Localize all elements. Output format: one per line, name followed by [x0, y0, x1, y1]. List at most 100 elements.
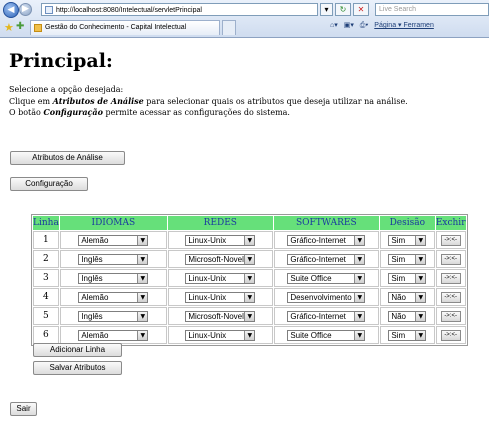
- chevron-down-icon[interactable]: ▼: [137, 292, 148, 302]
- decisao-select-value: Sim: [391, 254, 406, 264]
- home-icon[interactable]: ⌂▾: [330, 22, 338, 29]
- page-content: Principal: Selecione a opção desejada: C…: [0, 38, 489, 424]
- dropdown-icon[interactable]: ▾: [320, 3, 333, 16]
- forward-icon[interactable]: ▶: [19, 3, 32, 16]
- chevron-down-icon[interactable]: ▼: [244, 235, 255, 245]
- chevron-down-icon[interactable]: ▼: [137, 235, 148, 245]
- chevron-down-icon[interactable]: ▼: [354, 330, 365, 340]
- rede-select-value: Microsoft-Novel: [188, 311, 244, 321]
- header-decisao: Desisão: [379, 216, 435, 230]
- rede-cell: Microsoft-Novel ▼: [167, 250, 273, 268]
- favorites-star-icon[interactable]: ★: [4, 21, 14, 34]
- software-select[interactable]: Gráfico-Internet ▼: [287, 234, 366, 246]
- rede-cell: Microsoft-Novel ▼: [167, 307, 273, 325]
- chevron-down-icon[interactable]: ▼: [244, 311, 255, 321]
- software-select[interactable]: Gráfico-Internet ▼: [287, 310, 366, 322]
- decisao-cell: Não ▼: [379, 288, 435, 306]
- excluir-button[interactable]: ->:<-: [440, 272, 461, 284]
- rede-select[interactable]: Linux-Unix ▼: [185, 291, 256, 303]
- back-icon[interactable]: ◀: [3, 2, 19, 18]
- software-select[interactable]: Suite Office ▼: [287, 329, 366, 341]
- adicionar-linha-button[interactable]: Adicionar Linha: [33, 343, 122, 357]
- chevron-down-icon[interactable]: ▼: [415, 330, 426, 340]
- software-select-value: Gráfico-Internet: [290, 254, 346, 264]
- decisao-cell: Sim ▼: [379, 269, 435, 287]
- chevron-down-icon[interactable]: ▼: [137, 311, 148, 321]
- address-bar[interactable]: http://localhost:8080/Intelectual/servle…: [41, 3, 318, 16]
- idioma-select-value: Alemão: [81, 330, 109, 340]
- salvar-atributos-button[interactable]: Salvar Atributos: [33, 361, 122, 375]
- decisao-select[interactable]: Não ▼: [388, 291, 427, 303]
- software-select[interactable]: Desenvolvimento ▼: [287, 291, 366, 303]
- chevron-down-icon[interactable]: ▼: [137, 254, 148, 264]
- search-input[interactable]: Live Search: [375, 3, 489, 16]
- stop-icon[interactable]: ✕: [353, 3, 369, 16]
- tab-gestao[interactable]: Gestão do Conhecimento - Capital Intelec…: [30, 20, 220, 35]
- chevron-down-icon[interactable]: ▼: [244, 292, 255, 302]
- decisao-select[interactable]: Sim ▼: [388, 234, 427, 246]
- rede-select[interactable]: Linux-Unix ▼: [185, 272, 256, 284]
- refresh-icon[interactable]: ↻: [335, 3, 351, 16]
- idioma-select[interactable]: Inglês ▼: [78, 253, 149, 265]
- idioma-select-value: Inglês: [81, 273, 103, 283]
- rede-select[interactable]: Microsoft-Novel ▼: [185, 310, 256, 322]
- instruction-text: permite acessar as configurações do sist…: [102, 108, 290, 117]
- chevron-down-icon[interactable]: ▼: [244, 273, 255, 283]
- page-menu[interactable]: Página ▾ Ferramen: [374, 22, 434, 29]
- decisao-select-value: Sim: [391, 330, 406, 340]
- header-softwares: SOFTWARES: [273, 216, 379, 230]
- chevron-down-icon[interactable]: ▼: [137, 330, 148, 340]
- add-favorites-icon[interactable]: ✚: [16, 21, 24, 32]
- idioma-select[interactable]: Alemão ▼: [78, 291, 149, 303]
- rede-select[interactable]: Linux-Unix ▼: [185, 329, 256, 341]
- decisao-cell: Não ▼: [379, 307, 435, 325]
- chevron-down-icon[interactable]: ▼: [354, 311, 365, 321]
- chevron-down-icon[interactable]: ▼: [354, 273, 365, 283]
- software-select-value: Suite Office: [290, 273, 332, 283]
- decisao-select[interactable]: Sim ▼: [388, 329, 427, 341]
- chevron-down-icon[interactable]: ▼: [354, 254, 365, 264]
- instruction-text: Clique em: [9, 97, 53, 106]
- chevron-down-icon[interactable]: ▼: [415, 292, 426, 302]
- table-row: 4 Alemão ▼ Linux-Unix ▼ Desenvolvimento ▼ Não ▼ -…: [33, 288, 466, 306]
- new-tab-button[interactable]: [222, 20, 236, 35]
- chevron-down-icon[interactable]: ▼: [244, 330, 255, 340]
- software-select[interactable]: Gráfico-Internet ▼: [287, 253, 366, 265]
- decisao-select[interactable]: Sim ▼: [388, 253, 427, 265]
- tab-bar: ★ ✚ Gestão do Conhecimento - Capital Int…: [0, 19, 489, 37]
- row-number: 3: [33, 269, 59, 287]
- decisao-select-value: Sim: [391, 273, 406, 283]
- rede-select-value: Linux-Unix: [188, 235, 227, 245]
- chevron-down-icon[interactable]: ▼: [244, 254, 255, 264]
- software-cell: Desenvolvimento ▼: [273, 288, 379, 306]
- feeds-icon[interactable]: ▣▾: [344, 22, 354, 29]
- configuracao-button[interactable]: Configuração: [10, 177, 88, 191]
- excluir-button[interactable]: ->:<-: [440, 234, 461, 246]
- decisao-select[interactable]: Não ▼: [388, 310, 427, 322]
- chevron-down-icon[interactable]: ▼: [415, 273, 426, 283]
- software-select-value: Suite Office: [290, 330, 332, 340]
- rede-select[interactable]: Linux-Unix ▼: [185, 234, 256, 246]
- chevron-down-icon[interactable]: ▼: [415, 235, 426, 245]
- chevron-down-icon[interactable]: ▼: [137, 273, 148, 283]
- excluir-button[interactable]: ->:<-: [440, 329, 461, 341]
- chevron-down-icon[interactable]: ▼: [354, 235, 365, 245]
- browser-chrome: ◀ ▶ http://localhost:8080/Intelectual/se…: [0, 0, 489, 38]
- software-select[interactable]: Suite Office ▼: [287, 272, 366, 284]
- chevron-down-icon[interactable]: ▼: [354, 292, 365, 302]
- idioma-select[interactable]: Alemão ▼: [78, 234, 149, 246]
- chevron-down-icon[interactable]: ▼: [415, 254, 426, 264]
- decisao-select[interactable]: Sim ▼: [388, 272, 427, 284]
- idioma-select[interactable]: Inglês ▼: [78, 310, 149, 322]
- excluir-button[interactable]: ->:<-: [440, 310, 461, 322]
- rede-select[interactable]: Microsoft-Novel ▼: [185, 253, 256, 265]
- excluir-button[interactable]: ->:<-: [440, 253, 461, 265]
- excluir-button[interactable]: ->:<-: [440, 291, 461, 303]
- idioma-select[interactable]: Alemão ▼: [78, 329, 149, 341]
- idioma-select[interactable]: Inglês ▼: [78, 272, 149, 284]
- atributos-de-analise-button[interactable]: Atributos de Análise: [10, 151, 125, 165]
- sair-button[interactable]: Sair: [10, 402, 37, 416]
- print-icon[interactable]: ⎙▾: [360, 22, 369, 29]
- chevron-down-icon[interactable]: ▼: [415, 311, 426, 321]
- excluir-cell: ->:<-: [435, 288, 466, 306]
